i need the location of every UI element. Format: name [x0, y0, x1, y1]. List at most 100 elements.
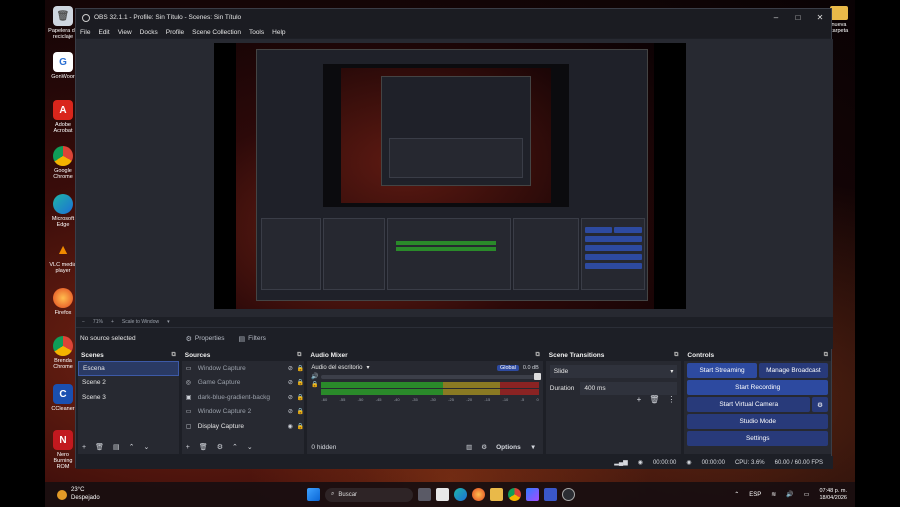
scene-item[interactable]: Escena: [78, 361, 179, 376]
source-item[interactable]: ▭ Window Capture ⊘ 🔒: [182, 361, 305, 376]
menu-tools[interactable]: Tools: [249, 29, 264, 36]
manage-broadcast-button[interactable]: Manage Broadcast: [758, 363, 829, 378]
record-time: 00:00:00: [701, 459, 725, 466]
scale-mode-select[interactable]: Scale to Window: [122, 319, 159, 325]
undock-icon[interactable]: ⧉: [674, 352, 678, 359]
duration-input[interactable]: 400 ms: [580, 382, 678, 395]
more-options-icon[interactable]: ⋮: [667, 395, 675, 404]
app-icon[interactable]: [544, 488, 557, 501]
chrome-icon[interactable]: [508, 488, 521, 501]
move-up-button[interactable]: ⌃: [232, 443, 238, 451]
taskbar-apps: ⌕ Buscar: [307, 487, 575, 502]
task-view-icon[interactable]: [418, 488, 431, 501]
menu-help[interactable]: Help: [272, 29, 285, 36]
layout-icon[interactable]: ▥: [466, 443, 472, 451]
link-icon[interactable]: ⚙: [481, 443, 487, 451]
add-scene-button[interactable]: +: [82, 444, 86, 451]
scene-item[interactable]: Scene 3: [78, 390, 179, 405]
global-badge[interactable]: Global: [496, 364, 519, 371]
settings-label: Settings: [745, 435, 770, 442]
move-down-button[interactable]: ⌄: [143, 443, 149, 451]
windows-start-icon[interactable]: [307, 488, 320, 501]
start-streaming-button[interactable]: Start Streaming: [687, 363, 757, 378]
battery-icon[interactable]: ▭: [804, 491, 810, 498]
zoom-out-button[interactable]: −: [82, 319, 85, 325]
volume-slider-knob[interactable]: [533, 373, 541, 380]
minimize-button[interactable]: –: [765, 13, 787, 22]
add-transition-button[interactable]: +: [637, 395, 642, 404]
studio-mode-button[interactable]: Studio Mode: [687, 414, 829, 429]
undock-icon[interactable]: ⧉: [535, 352, 539, 359]
hidden-count[interactable]: 0 hidden: [311, 444, 336, 451]
start-recording-button[interactable]: Start Recording: [687, 380, 829, 395]
transition-select[interactable]: Slide ▾: [549, 365, 678, 378]
source-item[interactable]: ▢ Display Capture ◉ 🔒: [182, 419, 305, 434]
obs-icon[interactable]: [562, 488, 575, 501]
tick-label: -25: [448, 397, 454, 402]
meter-ticks: -60 -55 -50 -45 -40 -35 -30 -25 -20 -15 …: [321, 397, 538, 402]
chevron-up-icon[interactable]: ⌃: [734, 491, 739, 498]
lock-icon[interactable]: 🔒: [297, 423, 304, 430]
chevron-down-icon[interactable]: ▾: [366, 364, 369, 371]
eye-icon[interactable]: ◉: [288, 423, 293, 430]
source-item[interactable]: ▭ Window Capture 2 ⊘ 🔒: [182, 405, 305, 420]
scene-item[interactable]: Scene 2: [78, 376, 179, 391]
properties-button[interactable]: ⚙ Properties: [186, 335, 225, 343]
menu-bar: File Edit View Docks Profile Scene Colle…: [76, 26, 831, 38]
source-properties-button[interactable]: ⚙: [217, 443, 223, 451]
settings-button[interactable]: Settings: [687, 431, 829, 446]
zoom-in-button[interactable]: +: [111, 319, 114, 325]
start-virtual-camera-button[interactable]: Start Virtual Camera: [687, 397, 811, 412]
edge-icon[interactable]: [454, 488, 467, 501]
close-button[interactable]: ✕: [809, 13, 831, 22]
volume-slider[interactable]: [321, 373, 541, 380]
speaker-icon[interactable]: 🔊: [311, 373, 318, 380]
taskbar-search[interactable]: ⌕ Buscar: [325, 487, 413, 502]
move-down-button[interactable]: ⌄: [247, 443, 253, 451]
menu-profile[interactable]: Profile: [166, 29, 184, 36]
remove-transition-button[interactable]: 🗑: [649, 395, 659, 404]
undock-icon[interactable]: ⧉: [171, 352, 175, 359]
chevron-down-icon[interactable]: ▾: [167, 319, 170, 325]
weather-widget[interactable]: 23°C Despejado: [57, 487, 100, 501]
volume-icon[interactable]: 🔊: [786, 491, 793, 498]
wifi-icon[interactable]: ≋: [771, 491, 776, 498]
scene-item-label: Scene 3: [82, 393, 106, 401]
lock-icon[interactable]: 🔒: [311, 381, 318, 388]
hidden-eye-icon[interactable]: ⊘: [288, 365, 293, 372]
menu-edit[interactable]: Edit: [98, 29, 109, 36]
remove-scene-button[interactable]: 🗑: [95, 443, 104, 451]
add-source-button[interactable]: +: [186, 444, 190, 451]
hidden-eye-icon[interactable]: ⊘: [288, 394, 293, 401]
maximize-button[interactable]: □: [787, 13, 809, 22]
lock-icon[interactable]: 🔒: [297, 394, 304, 401]
undock-icon[interactable]: ⧉: [824, 352, 828, 359]
file-explorer-icon[interactable]: [490, 488, 503, 501]
menu-scene-collection[interactable]: Scene Collection: [192, 29, 241, 36]
window-title: OBS 32.1.1 - Profile: Sin Título - Scene…: [94, 14, 242, 21]
source-item[interactable]: ▣ dark-blue-gradient-backg ⊘ 🔒: [182, 390, 305, 405]
desktop-icon-label: nueva carpeta: [829, 22, 849, 34]
firefox-icon[interactable]: [472, 488, 485, 501]
source-item[interactable]: ◎ Game Capture ⊘ 🔒: [182, 376, 305, 391]
menu-docks[interactable]: Docks: [140, 29, 158, 36]
remove-source-button[interactable]: 🗑: [199, 443, 208, 451]
virtual-camera-settings-button[interactable]: ⚙: [812, 397, 829, 412]
lock-icon[interactable]: 🔒: [297, 408, 304, 415]
hidden-eye-icon[interactable]: ⊘: [288, 379, 293, 386]
copilot-icon[interactable]: [526, 488, 539, 501]
menu-view[interactable]: View: [118, 29, 132, 36]
filters-button[interactable]: ▤ Filters: [239, 335, 266, 343]
program-preview[interactable]: [214, 43, 686, 309]
store-icon[interactable]: [436, 488, 449, 501]
scene-filters-button[interactable]: ▤: [113, 443, 120, 451]
undock-icon[interactable]: ⧉: [297, 352, 301, 359]
hidden-eye-icon[interactable]: ⊘: [288, 408, 293, 415]
lock-icon[interactable]: 🔒: [297, 379, 304, 386]
options-button[interactable]: Options ▾: [496, 443, 535, 451]
lock-icon[interactable]: 🔒: [297, 365, 304, 372]
clock[interactable]: 07:48 p. m. 18/04/2026: [819, 488, 847, 501]
menu-file[interactable]: File: [80, 29, 90, 36]
move-up-button[interactable]: ⌃: [129, 443, 135, 451]
language-indicator[interactable]: ESP: [749, 492, 761, 498]
